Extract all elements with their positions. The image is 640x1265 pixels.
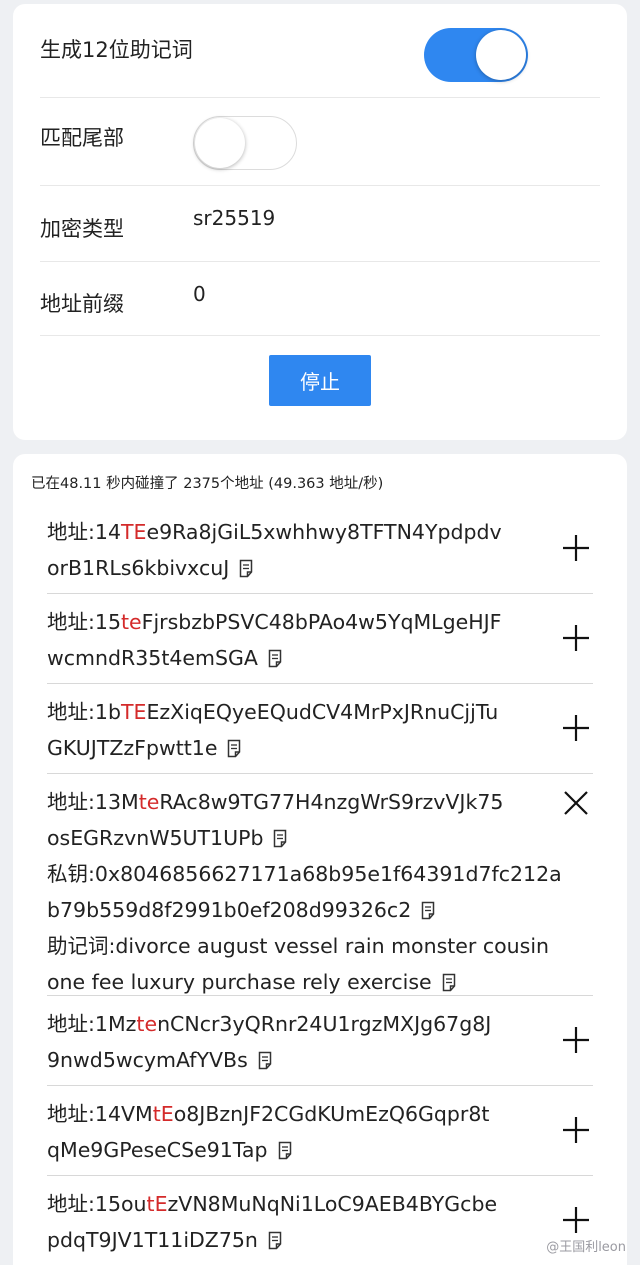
address-line: 地址:15outEzVN8MuNqNi1LoC9AEB4BYGcbe: [47, 1186, 547, 1222]
private-key-tail: b79b559d8f2991b0ef208d99326c2: [47, 898, 412, 922]
address-match: te: [136, 1012, 158, 1036]
copy-icon[interactable]: [268, 649, 282, 668]
copy-icon[interactable]: [273, 829, 287, 848]
address-prefix: 地址:1b: [47, 700, 121, 724]
result-entry: 地址:1bTEEzXiqEQyeEQudCV4MrPxJRnuCjjTu GKUJ…: [47, 684, 593, 774]
copy-icon[interactable]: [421, 901, 435, 920]
private-key-line: 私钥:0x8046856627171a68b95e1f64391d7fc212a: [47, 856, 562, 892]
address-match: tE: [146, 1192, 168, 1216]
address-rest: o8JBznJF2CGdKUmEzQ6Gqpr8t: [173, 1102, 490, 1126]
address-match: te: [121, 610, 142, 634]
toggle-knob: [476, 30, 526, 80]
address-prefix: 地址:14VM: [47, 1102, 153, 1126]
address-rest: e9Ra8jGiL5xwhhwy8TFTN4Ypdpdv: [146, 520, 502, 544]
address-rest: zVN8MuNqNi1LoC9AEB4BYGcbe: [167, 1192, 498, 1216]
result-entry: 地址:15teFjrsbzbPSVC48bPAo4w5YqMLgeHJF wcmn…: [47, 594, 593, 684]
copy-icon[interactable]: [278, 1141, 292, 1160]
copy-icon[interactable]: [239, 559, 253, 578]
mnemonic-line-2: one fee luxury purchase rely exercise: [47, 964, 547, 1000]
address-line: 地址:14TEe9Ra8jGiL5xwhhwy8TFTN4Ypdpdv: [47, 514, 547, 550]
address-match: TE: [121, 520, 147, 544]
match-suffix-label: 匹配尾部: [40, 126, 124, 150]
plus-icon[interactable]: [561, 533, 591, 563]
address-match: tE: [152, 1102, 174, 1126]
copy-icon[interactable]: [227, 739, 241, 758]
mnemonic: 助记词:divorce august vessel rain monster c…: [47, 934, 550, 958]
address-line-2: 9nwd5wcymAfYVBs: [47, 1042, 547, 1078]
copy-icon[interactable]: [442, 973, 456, 992]
prefix-row: 地址前缀 0: [40, 262, 600, 336]
result-entry-text: 地址:15teFjrsbzbPSVC48bPAo4w5YqMLgeHJF wcmn…: [47, 604, 547, 676]
address-prefix: 地址:13M: [47, 790, 139, 814]
address-line-2: orB1RLs6kbivxcuJ: [47, 550, 547, 586]
prefix-value[interactable]: 0: [193, 282, 206, 306]
address-rest: FjrsbzbPSVC48bPAo4w5YqMLgeHJF: [141, 610, 502, 634]
result-entry-text: 地址:13MteRAc8w9TG77H4nzgWrS9rzvVJk75 osEGR…: [47, 784, 562, 1000]
address-tail: GKUJTZzFpwtt1e: [47, 736, 218, 760]
encryption-label: 加密类型: [40, 217, 124, 241]
address-line: 地址:1MztenCNcr3yQRnr24U1rgzMXJg67g8J: [47, 1006, 547, 1042]
plus-icon[interactable]: [561, 1115, 591, 1145]
result-entry-text: 地址:14VMtEo8JBznJF2CGdKUmEzQ6Gqpr8t qMe9GP…: [47, 1096, 547, 1168]
address-tail: wcmndR35t4emSGA: [47, 646, 258, 670]
result-entry: 地址:14TEe9Ra8jGiL5xwhhwy8TFTN4Ypdpdv orB1R…: [47, 504, 593, 594]
mnemonic-tail: one fee luxury purchase rely exercise: [47, 970, 432, 994]
close-icon[interactable]: [561, 788, 591, 818]
address-line-2: qMe9GPeseCSe91Tap: [47, 1132, 547, 1168]
address-line: 地址:1bTEEzXiqEQyeEQudCV4MrPxJRnuCjjTu: [47, 694, 547, 730]
match-suffix-row: 匹配尾部: [40, 98, 600, 186]
collision-summary: 已在48.11 秒内碰撞了 2375个地址 (49.363 地址/秒): [31, 476, 384, 492]
address-prefix: 地址:15: [47, 610, 121, 634]
address-prefix: 地址:15ou: [47, 1192, 147, 1216]
result-entry: 地址:1MztenCNcr3yQRnr24U1rgzMXJg67g8J 9nwd5…: [47, 996, 593, 1086]
prefix-label: 地址前缀: [40, 292, 124, 316]
mnemonic12-label: 生成12位助记词: [40, 38, 193, 62]
address-rest: EzXiqEQyeEQudCV4MrPxJRnuCjjTu: [146, 700, 499, 724]
address-prefix: 地址:14: [47, 520, 121, 544]
plus-icon[interactable]: [561, 713, 591, 743]
result-entry: 地址:13MteRAc8w9TG77H4nzgWrS9rzvVJk75 osEGR…: [47, 774, 593, 996]
encryption-value[interactable]: sr25519: [193, 206, 275, 230]
address-tail: orB1RLs6kbivxcuJ: [47, 556, 230, 580]
private-key: 私钥:0x8046856627171a68b95e1f64391d7fc212a: [47, 862, 562, 886]
address-prefix: 地址:1Mz: [47, 1012, 137, 1036]
address-match: TE: [120, 700, 147, 724]
match-suffix-toggle[interactable]: [193, 116, 297, 170]
private-key-line-2: b79b559d8f2991b0ef208d99326c2: [47, 892, 547, 928]
settings-card: 生成12位助记词 匹配尾部 加密类型 sr25519 地址前缀 0 停止: [13, 4, 627, 440]
plus-icon[interactable]: [561, 623, 591, 653]
result-entry-text: 地址:14TEe9Ra8jGiL5xwhhwy8TFTN4Ypdpdv orB1R…: [47, 514, 547, 586]
result-entry: 地址:14VMtEo8JBznJF2CGdKUmEzQ6Gqpr8t qMe9GP…: [47, 1086, 593, 1176]
address-line: 地址:14VMtEo8JBznJF2CGdKUmEzQ6Gqpr8t: [47, 1096, 547, 1132]
copy-icon[interactable]: [268, 1231, 282, 1250]
result-entry-text: 地址:1bTEEzXiqEQyeEQudCV4MrPxJRnuCjjTu GKUJ…: [47, 694, 547, 766]
plus-icon[interactable]: [561, 1025, 591, 1055]
address-line: 地址:13MteRAc8w9TG77H4nzgWrS9rzvVJk75: [47, 784, 547, 820]
address-tail: pdqT9JV1T11iDZ75n: [47, 1228, 258, 1252]
address-tail: 9nwd5wcymAfYVBs: [47, 1048, 248, 1072]
encryption-row: 加密类型 sr25519: [40, 186, 600, 262]
result-entry-text: 地址:1MztenCNcr3yQRnr24U1rgzMXJg67g8J 9nwd5…: [47, 1006, 547, 1078]
copy-icon[interactable]: [258, 1051, 272, 1070]
mnemonic12-toggle[interactable]: [424, 28, 528, 82]
address-match: te: [138, 790, 160, 814]
address-rest: RAc8w9TG77H4nzgWrS9rzvVJk75: [159, 790, 504, 814]
address-line-2: pdqT9JV1T11iDZ75n: [47, 1222, 547, 1258]
watermark: @王国利leon: [546, 1240, 626, 1255]
address-tail: qMe9GPeseCSe91Tap: [47, 1138, 268, 1162]
results-card: 已在48.11 秒内碰撞了 2375个地址 (49.363 地址/秒) 地址:1…: [13, 454, 627, 1265]
plus-icon[interactable]: [561, 1205, 591, 1235]
address-rest: nCNcr3yQRnr24U1rgzMXJg67g8J: [157, 1012, 492, 1036]
result-entry: 地址:15outEzVN8MuNqNi1LoC9AEB4BYGcbe pdqT9J…: [47, 1176, 593, 1265]
mnemonic-line: 助记词:divorce august vessel rain monster c…: [47, 928, 550, 964]
address-line-2: wcmndR35t4emSGA: [47, 640, 547, 676]
toggle-knob: [195, 118, 245, 168]
address-tail: osEGRzvnW5UT1UPb: [47, 826, 264, 850]
stop-button[interactable]: 停止: [269, 355, 371, 406]
address-line-2: GKUJTZzFpwtt1e: [47, 730, 547, 766]
address-line-2: osEGRzvnW5UT1UPb: [47, 820, 547, 856]
result-entry-text: 地址:15outEzVN8MuNqNi1LoC9AEB4BYGcbe pdqT9J…: [47, 1186, 547, 1258]
address-line: 地址:15teFjrsbzbPSVC48bPAo4w5YqMLgeHJF: [47, 604, 547, 640]
mnemonic12-row: 生成12位助记词: [40, 4, 600, 98]
